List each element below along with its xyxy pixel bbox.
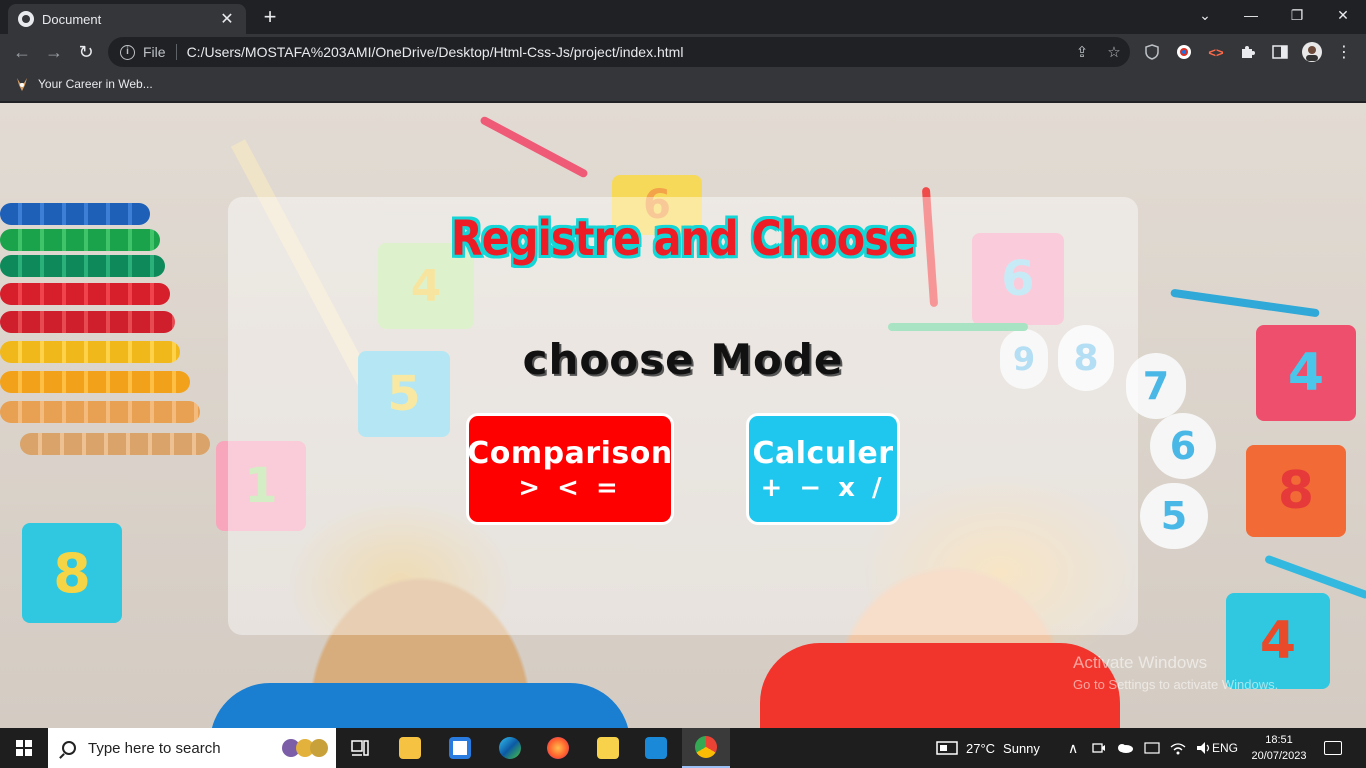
taskbar-search-box[interactable]: Type here to search [48,728,336,768]
language-indicator[interactable]: ENG [1212,728,1238,768]
puzzle-tile: 8 [1246,445,1346,537]
start-button[interactable] [0,728,48,768]
chrome-button[interactable] [682,728,730,768]
minimize-button[interactable]: — [1228,0,1274,30]
windows-taskbar: Type here to search 27°C Sunny ∧ ENG 18:… [0,728,1366,768]
search-highlight-icon [282,739,328,757]
store-button[interactable] [436,728,484,768]
new-tab-button[interactable]: + [258,5,282,29]
notification-center-button[interactable] [1320,736,1346,760]
bookmark-item[interactable]: Your Career in Web... [14,76,153,92]
page-viewport: 4 6 6 5 1 8 4 8 9 8 7 6 5 4 Registre and… [0,103,1366,728]
file-icon [597,737,619,759]
restore-button[interactable]: ❐ [1274,0,1320,30]
puzzle-extension-icon[interactable] [1238,42,1258,62]
calculer-label: Calculer [752,435,894,471]
puzzle-tile: 4 [1256,325,1356,421]
browser-titlebar: Document ✕ + ⌄ — ❐ ✕ [0,0,1366,34]
activate-windows-watermark: Activate Windows Go to Settings to activ… [1073,653,1278,692]
globe-icon [18,11,34,27]
search-icon [62,741,76,755]
circle-extension-icon[interactable] [1174,42,1194,62]
code-extension-icon[interactable]: <> [1206,42,1226,62]
task-view-icon [351,740,369,756]
vscode-icon [645,737,667,759]
back-button[interactable]: ← [10,40,34,64]
shield-extension-icon[interactable] [1142,42,1162,62]
watermark-subtitle: Go to Settings to activate Windows. [1073,677,1279,692]
weather-condition: Sunny [1003,740,1040,756]
notification-icon [1324,741,1342,755]
close-window-button[interactable]: ✕ [1320,0,1366,30]
comparison-label: Comparison [467,435,673,471]
profile-avatar-icon[interactable] [1302,42,1322,62]
file-explorer-button[interactable] [386,728,434,768]
clock-time: 18:51 [1265,734,1293,746]
weather-temp: 27°C [966,740,996,756]
comparison-mode-button[interactable]: Comparison > < = [466,413,674,525]
volume-icon [1197,742,1210,754]
deer-icon [14,76,30,92]
child-shirt [210,683,630,728]
browser-menu-icon[interactable]: ⋮ [1334,42,1354,62]
folder-icon [399,737,421,759]
puzzle-tile: 8 [22,523,122,623]
task-view-button[interactable] [336,728,384,768]
bookmark-label: Your Career in Web... [38,77,153,91]
scheme-label: File [143,44,177,60]
ime-icon [1144,742,1160,754]
address-bar[interactable]: i File C:/Users/MOSTAFA%203AMI/OneDrive/… [108,37,1130,67]
chrome-icon [695,736,717,758]
wifi-icon [1170,743,1186,755]
number-paddle: 6 [1150,413,1216,479]
choose-mode-heading: choose Mode [522,335,844,384]
windows-logo-icon [16,740,32,756]
share-icon[interactable]: ⇪ [1066,43,1098,61]
reload-button[interactable]: ↻ [74,40,98,64]
calculer-mode-button[interactable]: Calculer + − x / [746,413,900,525]
firefox-icon [547,737,569,759]
comparison-symbols: > < = [518,472,622,503]
edge-button[interactable] [486,728,534,768]
bookmark-star-icon[interactable]: ☆ [1098,43,1130,61]
tab-title: Document [42,11,102,27]
child-shirt [760,643,1120,728]
system-tray-icons [1092,728,1212,768]
watermark-title: Activate Windows [1073,653,1208,672]
browser-toolbar: ← → ↻ i File C:/Users/MOSTAFA%203AMI/One… [0,34,1366,70]
browser-tab[interactable]: Document ✕ [8,4,246,34]
files-app-button[interactable] [584,728,632,768]
bookmarks-bar: Your Career in Web... [0,70,1366,102]
edge-icon [499,737,521,759]
vscode-button[interactable] [632,728,680,768]
onedrive-cloud-icon [1118,744,1133,753]
page-title: Registre and Choose [450,211,916,267]
site-info-icon[interactable]: i [120,44,135,60]
taskbar-clock[interactable]: 18:51 20/07/2023 [1244,732,1314,764]
side-panel-icon[interactable] [1270,42,1290,62]
firefox-button[interactable] [534,728,582,768]
tab-search-icon[interactable]: ⌄ [1182,0,1228,30]
calculer-symbols: + − x / [760,472,886,503]
mode-selection-card: Registre and Choose choose Mode Comparis… [228,197,1138,635]
tab-close-icon[interactable]: ✕ [218,9,236,29]
clock-date: 20/07/2023 [1251,750,1307,762]
weather-icon [936,741,958,755]
url-text[interactable]: C:/Users/MOSTAFA%203AMI/OneDrive/Desktop… [187,44,1066,60]
weather-widget[interactable]: 27°C Sunny [936,728,1040,768]
forward-button[interactable]: → [42,40,66,64]
tray-overflow-chevron[interactable]: ∧ [1068,728,1078,768]
meet-now-icon [1092,743,1105,753]
store-icon [449,737,471,759]
search-placeholder: Type here to search [88,739,221,757]
number-paddle: 5 [1140,483,1208,549]
